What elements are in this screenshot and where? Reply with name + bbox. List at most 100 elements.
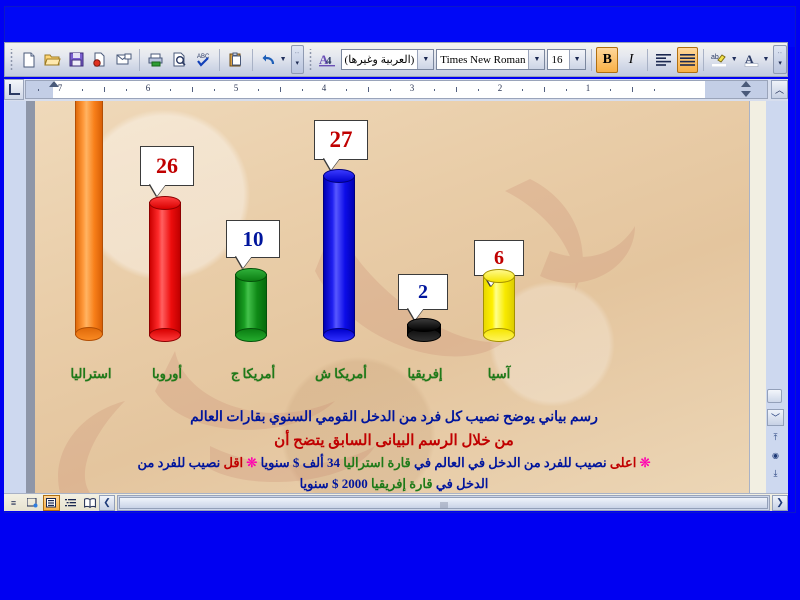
ruler-number: 6 (145, 83, 151, 93)
caption-4-seg-body1: الدخل في (432, 476, 489, 491)
ruler-tick (280, 87, 281, 92)
email-icon[interactable] (113, 47, 135, 73)
left-indent-marker[interactable] (49, 81, 59, 87)
horizontal-ruler[interactable]: 7654321 (25, 80, 768, 99)
horizontal-scrollbar[interactable] (117, 494, 770, 511)
ruler-number: 3 (409, 83, 415, 93)
normal-view-button[interactable]: ≡ (5, 495, 22, 511)
highlight-dropdown-arrow-icon[interactable]: ▼ (731, 56, 738, 63)
ruler-tick (434, 89, 435, 91)
normal-view-icon: ≡ (10, 497, 17, 508)
print-preview-icon[interactable] (169, 47, 191, 73)
value-callout-south-america-label: 10 (242, 226, 264, 251)
ruler-tick (522, 89, 523, 91)
screen: ABC ▼ ˙˙ ▾ A4 (العربية وغيرها) ▼ Times N… (0, 0, 800, 600)
select-browse-object-button[interactable]: ◉ (767, 447, 784, 464)
script-font-combobox[interactable]: (العربية وغيرها) ▼ (340, 49, 435, 70)
window-title-bar[interactable] (5, 7, 795, 47)
category-label-north-america: أمريكا ش (315, 366, 367, 381)
value-callout-north-america: 27 (314, 120, 368, 170)
bar-north-america-body (323, 175, 355, 336)
print-icon[interactable] (145, 47, 167, 73)
bar-australia-body (75, 101, 103, 335)
bar-australia (75, 101, 103, 341)
new-document-icon[interactable] (18, 47, 40, 73)
bar-africa-top (407, 318, 441, 332)
caption-3-seg-body1: نصيب للفرد من الدخل في العالم في (410, 455, 610, 470)
category-label-asia: آسيا (487, 366, 511, 381)
overflow-dots-icon: ˙˙ (777, 52, 783, 60)
ruler-text-area (53, 81, 705, 98)
script-font-dropdown-arrow-icon[interactable]: ▼ (417, 50, 434, 69)
toolbar-grip-standard[interactable] (8, 48, 14, 71)
font-color-icon[interactable]: A (741, 47, 763, 73)
status-bar: ≡ ❮ ❯ (4, 493, 788, 511)
toolbar-grip-formatting[interactable] (307, 48, 313, 71)
bar-europe-body (149, 202, 181, 336)
first-line-indent-marker[interactable] (741, 81, 751, 87)
overflow-chevron-icon: ▾ (295, 59, 300, 67)
font-size-combobox[interactable]: 16 ▼ (547, 49, 586, 70)
print-layout-view-button[interactable] (43, 494, 60, 511)
scroll-down-button[interactable]: ﹀ (767, 409, 784, 426)
bar-europe (149, 196, 181, 342)
ruler-number: 2 (497, 83, 503, 93)
bar-asia (483, 269, 515, 342)
browse-object-icon: ◉ (772, 451, 779, 460)
bar-australia-base (75, 327, 103, 341)
document-page[interactable]: 26 10 27 2 6 استراليا أوروبا أمريكا ج أم… (35, 101, 753, 493)
caption-3-seg-value: 34 ألف $ سنويا (257, 455, 344, 470)
vertical-scrollbar[interactable]: ﹀ ⤒ ◉ ⤓ (766, 79, 784, 493)
font-color-dropdown-arrow-icon[interactable]: ▼ (762, 56, 769, 63)
vertical-scrollbar-inner[interactable] (749, 101, 766, 493)
align-left-button[interactable] (653, 47, 675, 73)
value-callout-europe-label: 26 (156, 153, 178, 178)
next-page-button[interactable]: ⤓ (767, 465, 784, 482)
reading-layout-view-button[interactable] (81, 495, 98, 511)
ruler-tick (610, 89, 611, 91)
overflow-chevron-icon: ▾ (778, 59, 782, 67)
hanging-indent-marker[interactable] (741, 91, 751, 97)
caption-3-seg-body2: نصيب للفرد من (137, 455, 224, 470)
caption-line-2: من خلال الرسم البيانى السابق يتضح أن (274, 433, 514, 449)
value-callout-south-america: 10 (226, 220, 280, 268)
vertical-scroll-thumb[interactable] (767, 389, 782, 403)
ruler-tick (104, 87, 105, 92)
save-icon[interactable] (65, 47, 87, 73)
ruler-tick (38, 89, 39, 91)
bar-south-america-body (235, 274, 267, 336)
tab-stop-selector-button[interactable] (4, 79, 24, 100)
toolbar-separator (703, 48, 705, 71)
outline-view-button[interactable] (62, 495, 79, 511)
previous-page-button[interactable]: ⤒ (767, 429, 784, 446)
ruler-row: 7654321 ︿ (4, 79, 788, 101)
caption-line-4: الدخل في قارة إفريقيا 2000 $ سنويا (35, 476, 753, 492)
align-center-button[interactable] (676, 46, 699, 73)
scroll-left-button[interactable]: ❮ (99, 494, 115, 511)
toolbar-overflow-button-left[interactable]: ˙˙ ▾ (290, 45, 305, 74)
font-size-dropdown-arrow-icon[interactable]: ▼ (568, 50, 585, 69)
scroll-right-button[interactable]: ❯ (772, 494, 788, 511)
style-font-icon[interactable]: A4 (317, 47, 339, 73)
bold-button[interactable]: B (596, 46, 619, 73)
font-size-value: 16 (551, 53, 563, 66)
ruler-tick (170, 89, 171, 91)
permission-icon[interactable] (89, 47, 111, 73)
bold-label: B (602, 51, 612, 67)
latin-font-combobox[interactable]: Times New Roman ▼ (436, 49, 546, 70)
undo-dropdown-arrow-icon[interactable]: ▼ (280, 56, 287, 63)
open-folder-icon[interactable] (42, 47, 64, 73)
web-layout-view-button[interactable] (24, 495, 41, 511)
highlight-color-icon[interactable]: ab (709, 47, 731, 73)
undo-icon[interactable] (258, 47, 280, 73)
double-arrow-up-icon: ⤒ (773, 432, 778, 442)
italic-button[interactable]: I (620, 47, 642, 73)
paste-icon[interactable] (225, 47, 247, 73)
bar-asia-base (483, 328, 515, 342)
horizontal-scroll-thumb[interactable] (119, 496, 768, 509)
caption-line-1: رسم بياني يوضح نصيب كل فرد من الدخل القو… (190, 410, 598, 425)
spelling-check-icon[interactable]: ABC (193, 47, 215, 73)
tab-stop-icon (8, 84, 20, 95)
latin-font-dropdown-arrow-icon[interactable]: ▼ (528, 50, 545, 69)
toolbar-overflow-button-right[interactable]: ˙˙ ▾ (773, 45, 787, 74)
